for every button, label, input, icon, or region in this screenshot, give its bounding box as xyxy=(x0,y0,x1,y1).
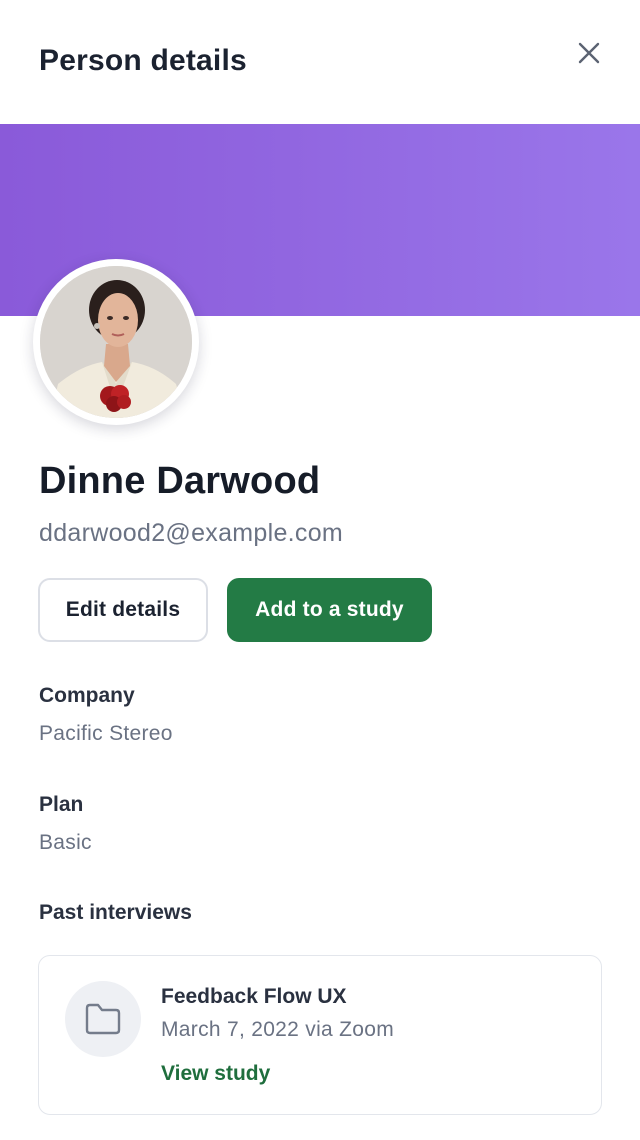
close-button[interactable] xyxy=(572,36,606,70)
person-name: Dinne Darwood xyxy=(39,460,321,502)
folder-icon-badge xyxy=(65,981,141,1057)
company-value: Pacific Stereo xyxy=(39,722,173,745)
add-to-study-button[interactable]: Add to a study xyxy=(227,578,432,642)
past-interviews-heading: Past interviews xyxy=(39,901,192,924)
company-label: Company xyxy=(39,684,135,707)
plan-label: Plan xyxy=(39,793,84,816)
panel-title: Person details xyxy=(39,44,247,77)
interview-card: Feedback Flow UX March 7, 2022 via Zoom … xyxy=(38,955,602,1115)
folder-icon xyxy=(85,1003,121,1035)
view-study-link[interactable]: View study xyxy=(161,1062,270,1086)
edit-details-button[interactable]: Edit details xyxy=(38,578,208,642)
avatar-photo xyxy=(40,266,192,418)
plan-value: Basic xyxy=(39,831,92,854)
person-email: ddarwood2@example.com xyxy=(39,519,344,547)
panel-header: Person details xyxy=(0,0,640,124)
close-icon xyxy=(578,42,600,64)
avatar xyxy=(33,259,199,425)
interview-title: Feedback Flow UX xyxy=(161,985,347,1008)
interview-date: March 7, 2022 via Zoom xyxy=(161,1018,395,1041)
person-details-panel: Person details Dinne Darwood ddarwood2@e… xyxy=(0,0,640,1140)
